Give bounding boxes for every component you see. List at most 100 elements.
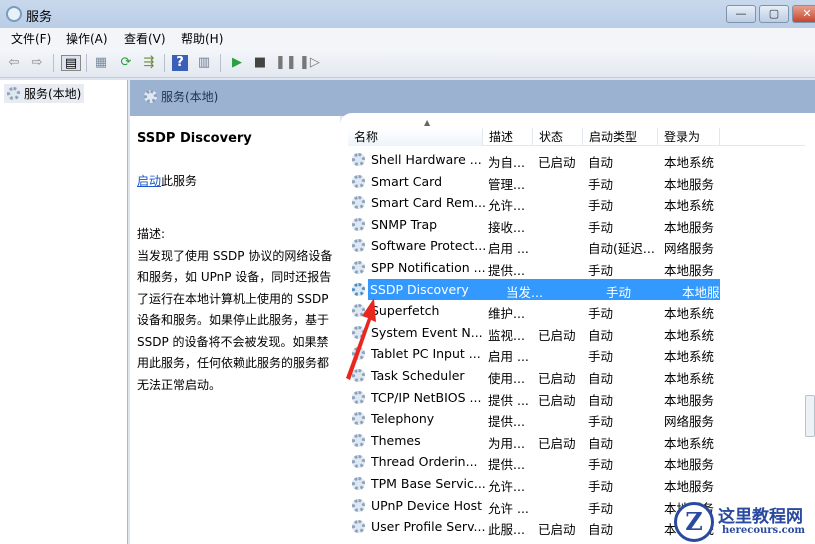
tree-node-services-local[interactable]: 服务(本地) [4, 84, 85, 103]
gear-icon [352, 239, 365, 253]
cell-status: 已启动 [538, 371, 576, 386]
properties-icon[interactable]: ▦ [93, 55, 109, 71]
watermark-logo: Z [674, 502, 714, 542]
service-row[interactable]: Smart Card 管理... 手动 本地服务 [350, 171, 720, 192]
description-text: 当发现了使用 SSDP 协议的网络设备和服务，如 UPnP 设备，同时还报告了运… [137, 248, 333, 392]
cell-startup-type: 手动 [588, 349, 614, 365]
cell-name: Software Protect... [371, 238, 487, 254]
description-label: 描述: [137, 227, 166, 241]
maximize-button[interactable]: ▢ [759, 5, 789, 23]
cell-startup-type: 自动 [588, 435, 614, 451]
minimize-button[interactable]: — [726, 5, 756, 23]
gear-icon [352, 196, 365, 210]
service-row[interactable]: SSDP Discovery 当发... 手动 本地服务 [352, 278, 732, 300]
cell-startup-type: 手动 [588, 479, 614, 494]
view-icon[interactable]: ▥ [196, 55, 212, 71]
service-row[interactable]: Themes 为用... 已启动 自动 本地系统 [350, 430, 720, 451]
cell-name: UPnP Device Host [371, 497, 483, 513]
column-log-on-as[interactable]: 登录为 [658, 128, 720, 146]
vertical-scrollbar-thumb[interactable] [805, 395, 815, 437]
gear-icon [352, 390, 365, 404]
cell-description: 维护... [488, 306, 525, 322]
services-list: 名称 ▲ 描述 状态 启动类型 登录为 Shell Hardware ... 为自… [340, 113, 815, 544]
pane-header: 服务(本地) [130, 80, 815, 116]
cell-description: 允许... [488, 479, 525, 494]
cell-name: Smart Card [371, 173, 443, 189]
close-button[interactable]: ✕ [792, 5, 815, 23]
resume-icon[interactable]: ❚▷ [299, 55, 320, 71]
cell-name: User Profile Serv... [371, 519, 486, 535]
back-icon[interactable]: ⇦ [6, 55, 22, 71]
pane-title: 服务(本地) [161, 90, 219, 104]
service-row[interactable]: Smart Card Rem... 允许... 手动 本地系统 [350, 192, 720, 213]
service-row[interactable]: Shell Hardware ... 为自... 已启动 自动 本地系统 [350, 149, 720, 170]
cell-description: 提供 ... [488, 392, 529, 408]
cell-description: 管理... [488, 176, 525, 192]
cell-startup-type: 自动 [588, 371, 614, 386]
cell-status: 已启动 [538, 392, 576, 408]
service-row[interactable]: Thread Orderin... 提供... 手动 本地服务 [350, 451, 720, 472]
start-service-link[interactable]: 启动 [137, 174, 161, 188]
cell-log-on-as: 本地系统 [664, 435, 715, 451]
refresh-icon[interactable]: ⟳ [118, 55, 134, 71]
gear-icon [352, 498, 365, 512]
cell-log-on-as: 本地服务 [664, 392, 715, 408]
gear-icon [352, 455, 365, 469]
service-row[interactable]: SPP Notification ... 提供... 手动 本地服务 [350, 257, 720, 278]
service-row[interactable]: TPM Base Servic... 允许... 手动 本地服务 [350, 473, 720, 494]
cell-startup-type: 手动 [588, 176, 614, 192]
cell-description: 允许... [488, 198, 525, 214]
export-icon[interactable]: ⇶ [141, 55, 157, 71]
cell-description: 允许 ... [488, 500, 529, 516]
column-description[interactable]: 描述 [483, 128, 533, 146]
forward-icon[interactable]: ⇨ [29, 55, 45, 71]
cell-name: SNMP Trap [371, 216, 438, 232]
cell-status: 已启动 [538, 327, 576, 343]
console-tree-icon[interactable]: ▤ [61, 55, 81, 71]
gear-icon [352, 477, 365, 490]
cell-description: 启用 ... [488, 349, 529, 365]
service-row[interactable]: TCP/IP NetBIOS ... 提供 ... 已启动 自动 本地服务 [350, 387, 720, 408]
help-icon[interactable]: ? [172, 55, 188, 71]
cell-name: Thread Orderin... [371, 454, 478, 470]
cell-log-on-as: 本地系统 [664, 155, 715, 170]
cell-startup-type: 手动 [588, 500, 614, 516]
cell-name: Telephony [371, 411, 435, 427]
cell-status: 已启动 [538, 435, 576, 451]
cell-status: 已启动 [538, 522, 576, 538]
cell-log-on-as: 本地系统 [664, 349, 715, 365]
cell-description: 使用... [488, 371, 525, 386]
menu-view[interactable]: 查看(V) [124, 30, 166, 47]
cell-startup-type: 手动 [606, 284, 632, 300]
cell-description: 提供... [488, 414, 525, 430]
service-row[interactable]: Telephony 提供... 手动 网络服务 [350, 408, 720, 429]
start-icon[interactable]: ▶ [229, 55, 245, 71]
pause-icon[interactable]: ❚❚ [275, 55, 297, 71]
service-row[interactable]: Task Scheduler 使用... 已启动 自动 本地系统 [350, 365, 720, 386]
column-name[interactable]: 名称 [348, 128, 483, 146]
cell-description: 提供... [488, 457, 525, 473]
menu-file[interactable]: 文件(F) [11, 30, 51, 47]
service-row[interactable]: SNMP Trap 接收... 手动 本地服务 [350, 214, 720, 235]
console-tree: 服务(本地) [0, 80, 128, 544]
service-row[interactable]: UPnP Device Host允许 ...手动本地服务 [350, 495, 720, 516]
watermark: Z 这里教程网 herecours.com [668, 500, 815, 544]
cell-description: 启用 ... [488, 241, 529, 257]
cell-description: 此服... [488, 522, 525, 538]
stop-icon[interactable]: ■ [252, 55, 268, 71]
gear-icon [352, 520, 365, 534]
service-row[interactable]: System Event N... 监视... 已启动 自动 本地系统 [350, 322, 720, 343]
service-detail-panel: SSDP Discovery 启动此服务 描述: 当发现了使用 SSDP 协议的… [130, 116, 340, 544]
list-header: 名称 ▲ 描述 状态 启动类型 登录为 [348, 118, 805, 146]
cell-status: 已启动 [538, 155, 576, 170]
menu-action[interactable]: 操作(A) [66, 30, 108, 47]
red-arrow-annotation [346, 298, 376, 380]
service-row[interactable]: Software Protect... 启用 ... 自动(延迟... 网络服务 [350, 235, 720, 256]
menu-help[interactable]: 帮助(H) [181, 30, 223, 47]
service-row[interactable]: User Profile Serv...此服...已启动自动本地系统 [350, 516, 720, 537]
service-row[interactable]: Superfetch 维护... 手动 本地系统 [350, 300, 720, 321]
service-row[interactable]: Tablet PC Input ... 启用 ... 手动 本地系统 [350, 343, 720, 364]
column-startup-type[interactable]: 启动类型 [583, 128, 658, 146]
column-status[interactable]: 状态 [533, 128, 583, 146]
cell-log-on-as: 本地服务 [682, 284, 733, 300]
